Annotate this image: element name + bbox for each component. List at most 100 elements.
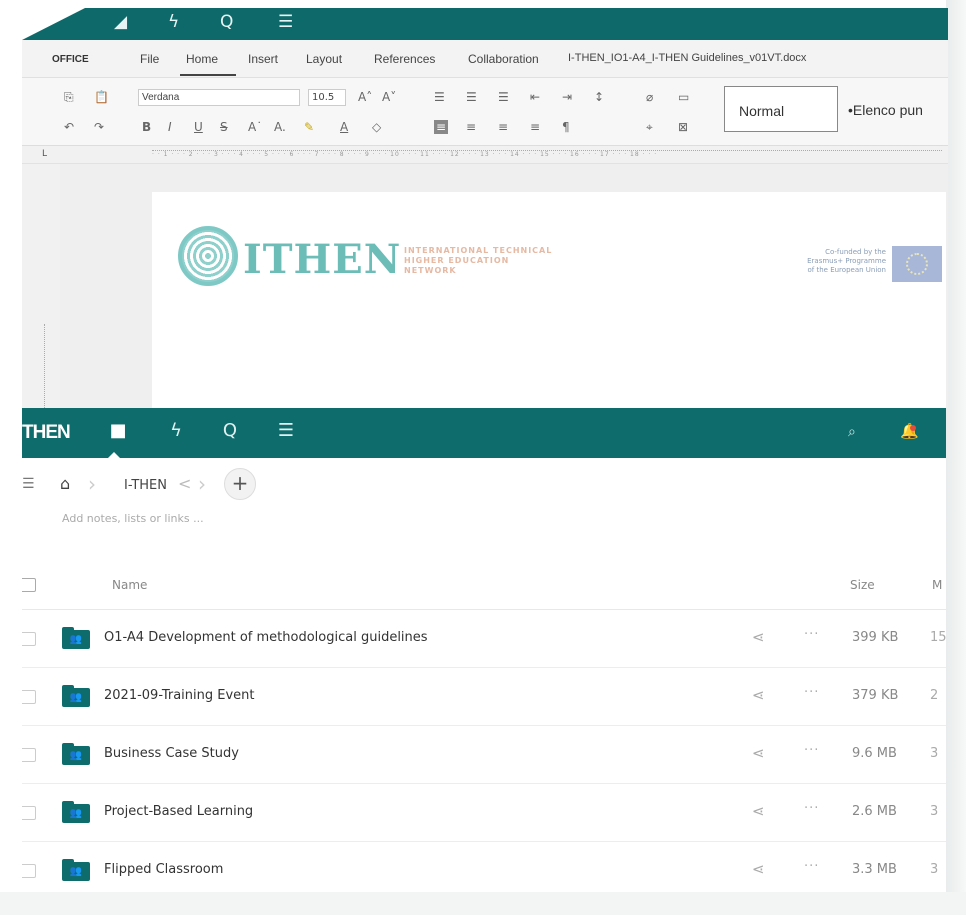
redo-icon[interactable]: ↷ <box>94 120 104 134</box>
column-modified[interactable]: M <box>932 578 942 592</box>
file-name[interactable]: Project-Based Learning <box>104 804 253 819</box>
underline-icon[interactable]: U <box>194 120 203 134</box>
file-name[interactable]: 2021-09-Training Event <box>104 688 254 703</box>
document-page[interactable] <box>152 192 946 408</box>
more-actions-icon[interactable]: ··· <box>804 801 819 816</box>
decrease-font-icon[interactable]: A˅ <box>382 90 396 104</box>
menu-icon[interactable]: ☰ <box>22 476 35 492</box>
menu-file[interactable]: File <box>140 52 159 66</box>
table-row[interactable]: 👥 Project-Based Learning ⋖ ··· 2.6 MB 3 <box>22 784 946 842</box>
save-icon[interactable]: ▭ <box>678 90 689 104</box>
table-row[interactable]: 👥 Flipped Classroom ⋖ ··· 3.3 MB 3 <box>22 842 946 900</box>
style-normal[interactable]: Normal <box>724 86 838 132</box>
row-checkbox[interactable] <box>22 690 36 704</box>
window-shadow <box>946 0 966 915</box>
header-search-icon[interactable]: ⌕ <box>848 424 856 440</box>
row-checkbox[interactable] <box>22 632 36 646</box>
multilevel-list-icon[interactable]: ☰ <box>498 90 509 104</box>
menu-insert[interactable]: Insert <box>248 52 278 66</box>
row-checkbox[interactable] <box>22 748 36 762</box>
style-list-bullet[interactable]: •Elenco pun <box>848 102 923 118</box>
file-name[interactable]: O1-A4 Development of methodological guid… <box>104 630 428 645</box>
notes-input[interactable]: Add notes, lists or links ... <box>62 512 204 525</box>
shared-folder-icon: 👥 <box>62 743 90 765</box>
table-row[interactable]: 👥 Business Case Study ⋖ ··· 9.6 MB 3 <box>22 726 946 784</box>
more-actions-icon[interactable]: ··· <box>804 685 819 700</box>
line-spacing-icon[interactable]: ↕ <box>594 90 604 104</box>
table-header: Name Size M <box>22 560 946 610</box>
align-center-icon[interactable]: ≡ <box>466 120 476 134</box>
font-size-select[interactable]: 10.5 <box>308 89 346 106</box>
add-button[interactable]: + <box>224 468 256 500</box>
breadcrumb-current[interactable]: I-THEN <box>124 478 167 493</box>
more-actions-icon[interactable]: ··· <box>804 743 819 758</box>
table-row[interactable]: 👥 O1-A4 Development of methodological gu… <box>22 610 946 668</box>
font-color-icon[interactable]: A <box>340 120 348 134</box>
font-name-select[interactable]: Verdana <box>138 89 300 106</box>
menu-layout[interactable]: Layout <box>306 52 342 66</box>
file-modified: 15 <box>930 630 946 645</box>
file-name[interactable]: Flipped Classroom <box>104 862 223 877</box>
notification-bell-icon[interactable]: 🔔 <box>900 422 919 440</box>
copy-icon[interactable]: ⎘ <box>64 90 74 105</box>
italic-icon[interactable]: I <box>168 120 172 134</box>
row-checkbox[interactable] <box>22 806 36 820</box>
shading-icon[interactable]: ◇ <box>372 120 381 134</box>
column-size[interactable]: Size <box>850 578 875 592</box>
app-brand[interactable]: THEN <box>22 422 71 444</box>
menu-references[interactable]: References <box>374 52 435 66</box>
share-icon[interactable]: ⋖ <box>752 802 765 820</box>
share-icon[interactable]: < <box>178 474 191 493</box>
activity-icon[interactable]: ϟ <box>162 420 190 446</box>
list-icon[interactable]: ☰ <box>272 420 300 446</box>
row-checkbox[interactable] <box>22 864 36 878</box>
search-icon[interactable]: Q <box>220 12 233 32</box>
subscript-icon[interactable]: A. <box>274 120 286 134</box>
more-actions-icon[interactable]: ··· <box>804 859 819 874</box>
paragraph-marks-icon[interactable]: ¶ <box>562 120 570 134</box>
breadcrumb: ☰ ⌂ › I-THEN < › + <box>22 466 946 502</box>
insert-image-icon[interactable]: ⊠ <box>678 120 688 134</box>
decrease-indent-icon[interactable]: ⇤ <box>530 90 540 104</box>
undo-icon[interactable]: ↶ <box>64 120 74 134</box>
table-row[interactable]: 👥 2021-09-Training Event ⋖ ··· 379 KB 2 <box>22 668 946 726</box>
increase-indent-icon[interactable]: ⇥ <box>562 90 572 104</box>
more-actions-icon[interactable]: ··· <box>804 627 819 642</box>
editor-toolbar: ⎘ 📋 ↶ ↷ Verdana 10.5 A˄ A˅ B I U S A˙ A.… <box>22 78 948 146</box>
superscript-icon[interactable]: A˙ <box>248 120 262 134</box>
increase-font-icon[interactable]: A˄ <box>358 90 372 104</box>
column-name[interactable]: Name <box>112 578 147 592</box>
numbering-icon[interactable]: ☰ <box>466 90 477 104</box>
strikethrough-icon[interactable]: S <box>220 120 228 134</box>
folder-icon[interactable]: ■ <box>104 420 132 446</box>
search-icon[interactable]: Q <box>216 420 244 446</box>
share-icon[interactable]: ⋖ <box>752 628 765 646</box>
select-all-checkbox[interactable] <box>22 578 36 592</box>
shared-folder-icon: 👥 <box>62 685 90 707</box>
format-painter-icon[interactable]: ⌖ <box>646 120 653 135</box>
bullets-icon[interactable]: ☰ <box>434 90 445 104</box>
horizontal-ruler[interactable]: L · · 1 · · · 2 · · · 3 · · · 4 · · · 5 … <box>22 146 948 164</box>
share-icon[interactable]: ⋖ <box>752 744 765 762</box>
ithen-logo-mark <box>178 226 238 286</box>
menu-home[interactable]: Home <box>186 52 218 66</box>
document-title: I-THEN_IO1-A4_I-THEN Guidelines_v01VT.do… <box>568 52 807 64</box>
file-modified: 3 <box>930 746 939 761</box>
list-icon[interactable]: ☰ <box>278 12 293 32</box>
menu-collaboration[interactable]: Collaboration <box>468 52 539 66</box>
share-icon[interactable]: ⋖ <box>752 686 765 704</box>
home-icon[interactable]: ⌂ <box>60 474 70 493</box>
paste-icon[interactable]: 📋 <box>94 90 109 104</box>
activity-icon[interactable]: ϟ <box>168 12 179 32</box>
highlight-icon[interactable]: ✎ <box>304 120 314 134</box>
share-icon[interactable]: ⋖ <box>752 860 765 878</box>
align-left-icon[interactable]: ≡ <box>434 120 449 134</box>
tab-stop-icon[interactable]: L <box>42 149 47 159</box>
bold-icon[interactable]: B <box>142 120 151 134</box>
document-icon[interactable]: ◢ <box>114 12 127 32</box>
justify-icon[interactable]: ≡ <box>530 120 540 134</box>
logo-subtitle-line: HIGHER EDUCATION <box>404 256 510 265</box>
file-name[interactable]: Business Case Study <box>104 746 239 761</box>
clear-formatting-icon[interactable]: ⌀ <box>646 90 653 104</box>
align-right-icon[interactable]: ≡ <box>498 120 508 134</box>
